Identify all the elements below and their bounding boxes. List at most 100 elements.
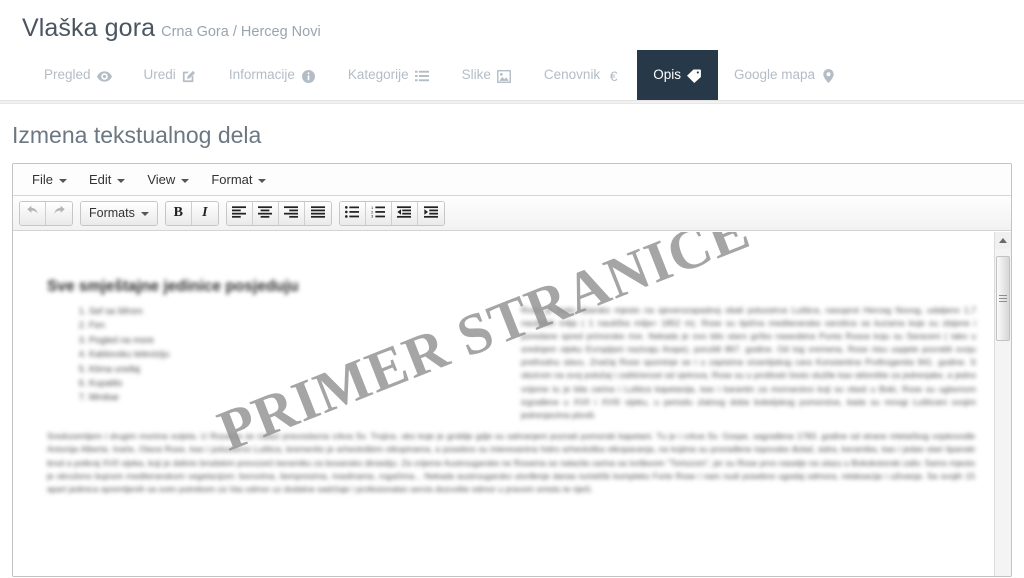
menu-view[interactable]: View xyxy=(136,167,200,192)
align-left-icon xyxy=(232,205,247,221)
history-button-group xyxy=(19,200,73,226)
amenities-list: Sef sa šifrom Fen Pogled na more Kablovs… xyxy=(63,304,511,405)
italic-label: I xyxy=(202,205,208,220)
content-columns: Sef sa šifrom Fen Pogled na more Kablovs… xyxy=(41,304,981,422)
vertical-scrollbar[interactable] xyxy=(994,232,1011,576)
image-icon xyxy=(497,69,512,84)
align-justify-button[interactable] xyxy=(304,201,331,225)
tinymce-editor: File Edit View Format Formats B I 1 2 3 … xyxy=(12,163,1012,577)
align-left-button[interactable] xyxy=(226,201,253,225)
menu-file[interactable]: File xyxy=(21,167,78,192)
menu-edit-label: Edit xyxy=(88,172,112,187)
numbered-list-button[interactable]: 1 2 3 xyxy=(365,201,392,225)
chevron-down-icon xyxy=(258,178,267,183)
indent-button[interactable] xyxy=(417,201,444,225)
italic-button[interactable]: I xyxy=(191,201,218,225)
svg-text:3: 3 xyxy=(371,213,374,217)
list-item: Pogled na more xyxy=(89,333,511,347)
pencil-square-icon xyxy=(182,69,197,84)
tag-icon xyxy=(687,69,702,84)
tab-slike[interactable]: Slike xyxy=(446,50,528,100)
scroll-thumb[interactable] xyxy=(996,256,1010,341)
content-heading: Sve smještajne jedinice posjeduju xyxy=(47,278,299,295)
list-item: Kupatilo xyxy=(89,376,511,390)
list-item: Minibar xyxy=(89,390,511,404)
tab-kategorije-label: Kategorije xyxy=(347,67,409,82)
document-page: Sve smještajne jedinice posjeduju Sef sa… xyxy=(31,258,998,497)
content-left-column: Sef sa šifrom Fen Pogled na more Kablovs… xyxy=(41,304,511,422)
alignment-button-group xyxy=(225,200,332,226)
menu-format-label: Format xyxy=(211,172,253,187)
info-circle-icon xyxy=(301,69,316,84)
numbered-list-icon: 1 2 3 xyxy=(371,204,386,221)
bullet-list-icon xyxy=(345,205,360,221)
formats-dropdown[interactable]: Formats xyxy=(81,201,157,225)
bold-button[interactable]: B xyxy=(165,201,192,225)
tab-informacije[interactable]: Informacije xyxy=(213,50,332,100)
align-justify-icon xyxy=(310,205,325,221)
editor-content-area[interactable]: Sve smještajne jedinice posjeduju Sef sa… xyxy=(13,232,1011,576)
outdent-icon xyxy=(397,205,412,221)
tab-cenovnik-label: Cenovnik xyxy=(543,67,601,82)
menu-edit[interactable]: Edit xyxy=(78,167,136,192)
bullet-list-button[interactable] xyxy=(339,201,366,225)
tab-pregled[interactable]: Pregled xyxy=(28,50,128,100)
list-indent-button-group: 1 2 3 xyxy=(338,200,445,226)
align-right-button[interactable] xyxy=(278,201,305,225)
tab-google-mapa[interactable]: Google mapa xyxy=(718,50,852,100)
menu-view-label: View xyxy=(147,172,176,187)
formats-label: Formats xyxy=(89,206,135,220)
main-nav: Pregled Uredi Informacije Kategorije Sli… xyxy=(0,48,1024,100)
eye-icon xyxy=(96,69,112,84)
page-header: Vlaška gora Crna Gora / Herceg Novi xyxy=(0,0,1024,48)
content-right-paragraph: Rose je malo ribarsko mjesto na sjeveroz… xyxy=(521,305,976,420)
align-right-icon xyxy=(284,205,299,221)
title-line: Vlaška gora Crna Gora / Herceg Novi xyxy=(22,14,1024,43)
list-icon xyxy=(415,69,430,84)
tab-cenovnik[interactable]: Cenovnik € xyxy=(528,50,637,100)
list-item: Kablovsku televiziju xyxy=(89,347,511,361)
list-item: Sef sa šifrom xyxy=(89,304,511,318)
triangle-up-icon xyxy=(999,238,1007,243)
chevron-down-icon xyxy=(117,178,126,183)
indent-icon xyxy=(423,205,438,221)
scroll-track[interactable] xyxy=(995,249,1011,576)
formats-button-group: Formats xyxy=(80,200,158,226)
content-bottom-paragraph: Sredozemljem i drugim morima svijeta. U … xyxy=(47,430,975,495)
editor-menubar: File Edit View Format xyxy=(13,164,1011,196)
chevron-down-icon xyxy=(140,212,149,216)
tab-slike-label: Slike xyxy=(461,67,491,82)
menu-file-label: File xyxy=(32,172,53,187)
tab-uredi-label: Uredi xyxy=(143,67,176,82)
tab-pregled-label: Pregled xyxy=(44,67,91,82)
tab-opis-label: Opis xyxy=(653,67,681,82)
page-subtitle: Crna Gora / Herceg Novi xyxy=(161,24,321,40)
editor-toolbar: Formats B I 1 2 3 xyxy=(13,196,1011,231)
undo-button[interactable] xyxy=(20,201,46,225)
map-marker-icon xyxy=(821,69,836,84)
tab-informacije-label: Informacije xyxy=(228,67,295,82)
align-center-icon xyxy=(258,205,273,221)
grip-lines-icon xyxy=(999,293,1007,304)
scroll-up-button[interactable] xyxy=(995,232,1011,249)
page-title: Vlaška gora xyxy=(22,14,156,42)
section-title: Izmena tekstualnog dela xyxy=(12,122,262,148)
tab-kategorije[interactable]: Kategorije xyxy=(332,50,446,100)
undo-icon xyxy=(26,205,40,222)
chevron-down-icon xyxy=(58,178,67,183)
menu-format[interactable]: Format xyxy=(200,167,277,192)
tab-uredi[interactable]: Uredi xyxy=(128,50,213,100)
redo-icon xyxy=(52,205,66,222)
chevron-down-icon xyxy=(181,178,190,183)
list-item: Klima uređaj xyxy=(89,362,511,376)
tab-google-mapa-label: Google mapa xyxy=(733,67,816,82)
content-right-column: Rose je malo ribarsko mjesto na sjeveroz… xyxy=(521,304,976,422)
euro-icon: € xyxy=(609,68,618,84)
align-center-button[interactable] xyxy=(252,201,279,225)
outdent-button[interactable] xyxy=(391,201,418,225)
list-item: Fen xyxy=(89,318,511,332)
redo-button[interactable] xyxy=(46,201,72,225)
style-button-group: B I xyxy=(164,200,219,226)
tab-opis[interactable]: Opis xyxy=(637,50,718,100)
bold-label: B xyxy=(173,205,184,220)
